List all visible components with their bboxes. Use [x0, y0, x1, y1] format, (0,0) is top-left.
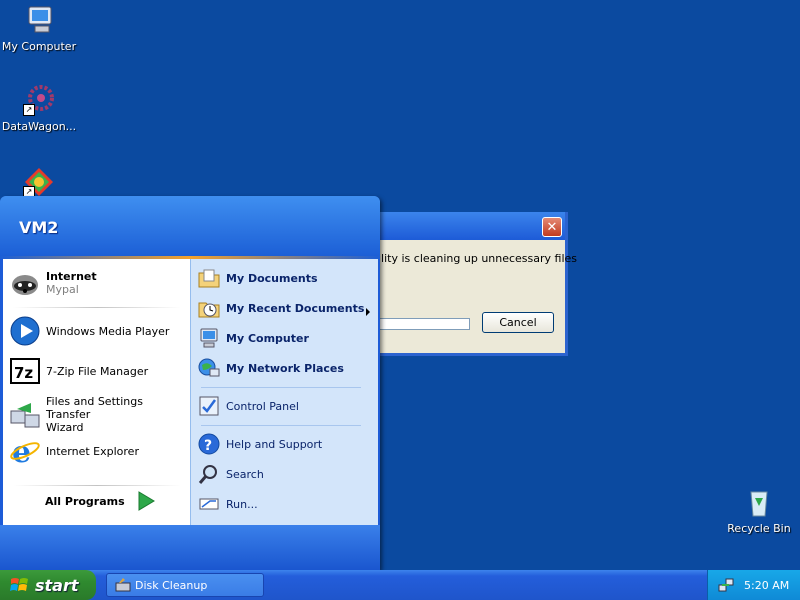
start-menu-left-pane: Internet Mypal Windows Media Player 7z 7… — [3, 259, 190, 525]
computer-icon — [198, 327, 220, 349]
item-label: Files and Settings Transfer — [46, 395, 143, 421]
menu-run[interactable]: Run... — [198, 493, 258, 515]
start-menu: VM2 Internet Mypal Windows Media Player … — [0, 196, 380, 570]
all-programs-label: All Programs — [45, 494, 125, 508]
start-label: start — [35, 575, 79, 595]
item-label: My Recent Documents — [226, 301, 365, 315]
menu-control-panel[interactable]: Control Panel — [198, 395, 299, 417]
svg-text:?: ? — [204, 438, 212, 454]
taskbar-button-disk-cleanup[interactable]: Disk Cleanup — [106, 573, 264, 597]
folder-documents-icon — [198, 267, 220, 289]
svg-text:7z: 7z — [14, 364, 33, 382]
menu-my-documents[interactable]: My Documents — [198, 267, 318, 289]
start-menu-footer — [0, 525, 380, 570]
item-label: Search — [226, 467, 264, 481]
item-sublabel: Mypal — [46, 283, 79, 296]
item-label: Help and Support — [226, 437, 323, 451]
transfer-wizard-icon — [9, 399, 41, 431]
menu-help-and-support[interactable]: ? Help and Support — [198, 433, 322, 455]
app-shortcut-icon: ↗ — [23, 166, 55, 198]
item-label-line2: Wizard — [46, 421, 84, 434]
start-button[interactable]: start — [0, 570, 96, 600]
clock[interactable]: 5:20 AM — [744, 579, 789, 592]
item-label: Windows Media Player — [46, 324, 170, 338]
separator — [201, 387, 361, 388]
separator — [13, 307, 181, 308]
disk-cleanup-icon — [115, 578, 131, 592]
user-name: VM2 — [19, 218, 59, 237]
all-programs-button[interactable]: All Programs — [45, 491, 155, 511]
recent-item-transfer-wizard[interactable]: Files and Settings Transfer Wizard — [9, 395, 190, 434]
item-label: Internet Explorer — [46, 444, 139, 458]
item-label: Internet — [46, 270, 97, 283]
menu-my-computer[interactable]: My Computer — [198, 327, 309, 349]
my-computer-icon — [23, 4, 55, 36]
submenu-arrow-icon — [366, 308, 370, 316]
pinned-item-internet[interactable]: Internet Mypal — [9, 267, 97, 299]
desktop-icon-label: My Computer — [1, 40, 77, 53]
recent-item-internet-explorer[interactable]: e Internet Explorer — [9, 435, 139, 470]
disk-cleanup-dialog: ✕ ility is cleaning up unnecessary files… — [372, 212, 577, 356]
separator — [201, 425, 361, 426]
recycle-bin-icon — [743, 486, 775, 518]
network-status-icon[interactable] — [718, 577, 734, 593]
item-label: Run... — [226, 497, 258, 511]
run-icon — [198, 493, 220, 515]
network-icon — [198, 357, 220, 379]
item-label: Control Panel — [226, 399, 299, 413]
desktop-icon-label: DataWagon... — [1, 120, 77, 133]
taskbar: start Disk Cleanup 5:20 AM — [0, 570, 800, 600]
help-icon: ? — [198, 433, 220, 455]
internet-explorer-icon: e — [9, 435, 41, 470]
item-label: 7-Zip File Manager — [46, 364, 149, 378]
menu-my-network-places[interactable]: My Network Places — [198, 357, 344, 379]
menu-my-recent-documents[interactable]: My Recent Documents — [198, 297, 364, 319]
separator — [13, 485, 181, 486]
start-menu-right-pane: My Documents My Recent Documents My Comp… — [190, 259, 378, 525]
dialog-message: ility is cleaning up unnecessary files — [378, 252, 578, 265]
media-player-icon — [9, 315, 41, 347]
control-panel-icon — [198, 395, 220, 417]
mypal-raccoon-icon — [9, 267, 41, 299]
item-label: My Computer — [226, 331, 309, 345]
datawagon-icon: ↗ — [23, 84, 55, 116]
desktop-icon-datawagon[interactable]: ↗ DataWagon... — [0, 84, 84, 133]
desktop-icon-recycle-bin[interactable]: Recycle Bin — [714, 486, 800, 535]
item-label: My Documents — [226, 271, 318, 285]
green-arrow-icon — [138, 491, 155, 511]
windows-flag-icon — [10, 578, 28, 591]
recent-item-media-player[interactable]: Windows Media Player — [9, 315, 169, 347]
progress-bar — [378, 318, 470, 330]
desktop-icon-my-computer[interactable]: My Computer — [0, 4, 84, 53]
search-icon — [198, 463, 220, 485]
shortcut-arrow-icon: ↗ — [23, 104, 35, 116]
desktop-icon-label: Recycle Bin — [727, 522, 791, 535]
system-tray: 5:20 AM — [707, 570, 800, 600]
start-menu-header: VM2 — [0, 196, 380, 256]
item-label: My Network Places — [226, 361, 344, 375]
recent-documents-icon — [198, 297, 220, 319]
cancel-button[interactable]: Cancel — [482, 312, 554, 333]
recent-item-7zip[interactable]: 7z 7-Zip File Manager — [9, 355, 148, 387]
close-icon[interactable]: ✕ — [542, 217, 562, 237]
dialog-titlebar[interactable]: ✕ — [372, 212, 565, 240]
menu-search[interactable]: Search — [198, 463, 264, 485]
7zip-icon: 7z — [9, 355, 41, 387]
task-label: Disk Cleanup — [135, 578, 208, 592]
